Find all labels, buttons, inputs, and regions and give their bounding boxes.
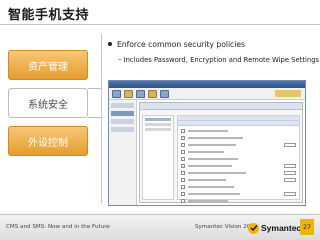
checkbox bbox=[181, 156, 185, 161]
nav-peripheral-control[interactable]: 外设控制 bbox=[8, 126, 88, 156]
form-row bbox=[181, 128, 296, 133]
checkbox bbox=[181, 128, 185, 133]
checkbox bbox=[181, 191, 185, 196]
list-row bbox=[145, 128, 171, 131]
page-number: 27 bbox=[300, 219, 314, 235]
sidebar-row bbox=[111, 103, 134, 108]
form-label bbox=[188, 157, 238, 160]
form-label bbox=[188, 150, 224, 153]
content-divider bbox=[101, 34, 102, 204]
form-row bbox=[181, 184, 296, 189]
form-input bbox=[284, 170, 296, 175]
form-row bbox=[181, 177, 296, 182]
sub-bullet-text: – Includes Password, Encryption and Remo… bbox=[118, 56, 320, 64]
checkbox bbox=[181, 198, 185, 203]
checkbox bbox=[181, 170, 185, 175]
form-input bbox=[284, 142, 296, 147]
sidebar-row bbox=[111, 119, 134, 124]
screenshot-policy-panel bbox=[139, 102, 303, 203]
policy-list bbox=[142, 115, 174, 200]
nav-asset-management[interactable]: 资产管理 bbox=[8, 50, 88, 80]
title-divider bbox=[0, 24, 320, 25]
form-input bbox=[284, 177, 296, 182]
form-label bbox=[188, 192, 240, 195]
bullet-icon bbox=[108, 42, 112, 46]
checkbox bbox=[181, 135, 185, 140]
form-label bbox=[188, 164, 232, 167]
toolbar-icon bbox=[148, 89, 157, 98]
toolbar-icon bbox=[124, 89, 133, 98]
screenshot-titlebar bbox=[109, 81, 305, 88]
sidebar-row bbox=[111, 111, 134, 116]
toolbar-icon bbox=[160, 89, 169, 98]
form-row bbox=[181, 163, 296, 168]
console-screenshot bbox=[108, 80, 306, 206]
form-input bbox=[284, 191, 296, 196]
form-label bbox=[188, 185, 234, 188]
nav-active-connector bbox=[88, 88, 102, 118]
checkmark-icon bbox=[248, 222, 259, 234]
form-label bbox=[188, 171, 246, 174]
nav-system-security[interactable]: 系统安全 bbox=[8, 88, 88, 118]
slide-title: 智能手机支持 bbox=[8, 8, 90, 23]
form-label bbox=[188, 129, 228, 132]
symantec-logo: Symantec. bbox=[248, 221, 304, 235]
bullet-item: Enforce common security policies bbox=[108, 40, 245, 49]
toolbar-icon bbox=[112, 89, 121, 98]
form-row bbox=[181, 156, 296, 161]
checkbox bbox=[181, 184, 185, 189]
list-row bbox=[145, 118, 171, 121]
toolbar-icon bbox=[136, 89, 145, 98]
sidebar-row bbox=[111, 127, 134, 132]
form-row bbox=[181, 170, 296, 175]
form-label bbox=[188, 199, 228, 202]
form-label bbox=[188, 143, 236, 146]
form-section bbox=[178, 121, 299, 126]
form-label bbox=[188, 136, 243, 139]
footer-left-text: CMS and SMS: Now and in the Future bbox=[6, 224, 110, 230]
screenshot-sidebar bbox=[109, 100, 137, 205]
policy-form bbox=[177, 115, 300, 203]
form-row bbox=[181, 142, 296, 147]
form-row bbox=[181, 149, 296, 154]
slide-footer: CMS and SMS: Now and in the Future Syman… bbox=[0, 214, 320, 240]
bullet-text: Enforce common security policies bbox=[117, 40, 245, 49]
form-row bbox=[181, 191, 296, 196]
form-row bbox=[181, 198, 296, 203]
checkbox bbox=[181, 163, 185, 168]
checkbox bbox=[181, 177, 185, 182]
logo-text: Symantec. bbox=[261, 223, 304, 233]
panel-header bbox=[140, 103, 302, 110]
list-row bbox=[145, 123, 171, 126]
form-input bbox=[284, 163, 296, 168]
checkbox bbox=[181, 142, 185, 147]
screenshot-toolbar bbox=[109, 88, 305, 100]
form-label bbox=[188, 178, 226, 181]
checkbox bbox=[181, 149, 185, 154]
screenshot-logo bbox=[275, 90, 301, 97]
form-row bbox=[181, 135, 296, 140]
